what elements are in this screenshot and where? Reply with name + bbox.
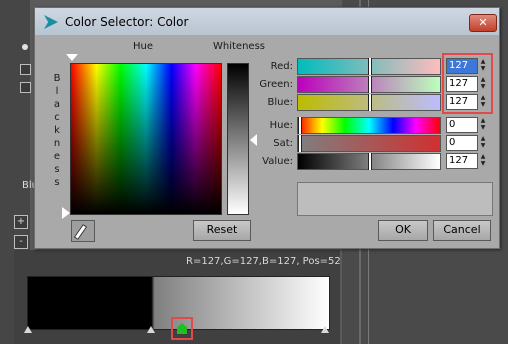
blackness-label: B l a c k n e s s: [52, 72, 62, 189]
expand-button[interactable]: +: [14, 215, 28, 229]
collapse-button[interactable]: -: [14, 235, 28, 249]
hue-blackness-picker[interactable]: [70, 63, 222, 215]
gradient-marker-start[interactable]: [24, 326, 32, 333]
red-label: Red:: [270, 61, 293, 72]
green-label: Green:: [259, 79, 293, 90]
hue-spinner[interactable]: ▲ ▼: [478, 117, 488, 132]
blackness-letter: n: [53, 138, 61, 149]
red-slider[interactable]: [297, 58, 441, 75]
blackness-letter: s: [54, 164, 60, 175]
cancel-button[interactable]: Cancel: [433, 220, 491, 241]
hue-pointer[interactable]: [66, 54, 78, 61]
color-selector-dialog: Color Selector: Color ✕ Hue Whiteness B …: [34, 7, 500, 249]
checkbox-1[interactable]: [20, 64, 31, 75]
rgb-highlight: [442, 53, 493, 114]
value-label: Value:: [262, 156, 293, 167]
value-spinner[interactable]: ▲ ▼: [478, 153, 488, 168]
eyedropper-icon: [73, 224, 88, 240]
sat-input[interactable]: 0: [446, 135, 478, 151]
value-slider[interactable]: [297, 153, 441, 170]
blackness-pointer[interactable]: [62, 207, 70, 219]
eyedropper-button[interactable]: [71, 220, 95, 242]
blackness-letter: B: [53, 73, 61, 84]
blackness-letter: c: [54, 112, 60, 123]
hue-slider[interactable]: [297, 117, 441, 134]
title-bar[interactable]: Color Selector: Color ✕: [35, 8, 499, 35]
red-slider-thumb[interactable]: [368, 58, 372, 75]
sat-spinner[interactable]: ▲ ▼: [478, 135, 488, 150]
blue-slider-thumb[interactable]: [368, 94, 372, 111]
gradient-marker-end[interactable]: [321, 326, 329, 333]
whiteness-label: Whiteness: [213, 41, 265, 52]
hue-label: Hue: [133, 41, 154, 52]
hue-input[interactable]: 0: [446, 117, 478, 133]
color-preview-swatch: [297, 182, 493, 216]
hue-slider-thumb[interactable]: [298, 117, 302, 134]
blackness-letter: a: [53, 99, 61, 110]
blackness-letter: k: [54, 125, 60, 136]
sat-slider[interactable]: [297, 135, 441, 152]
reset-button[interactable]: Reset: [193, 220, 251, 241]
value-input[interactable]: 127: [446, 153, 478, 169]
checkbox-2[interactable]: [20, 82, 31, 93]
green-slider[interactable]: [297, 76, 441, 93]
hue-value-label: Hue:: [269, 120, 293, 131]
close-icon[interactable]: ✕: [469, 14, 497, 32]
blackness-letter: e: [53, 151, 61, 162]
blue-label: Blue:: [267, 97, 294, 108]
value-slider-thumb[interactable]: [368, 153, 372, 170]
blackness-letter: s: [54, 177, 60, 188]
green-slider-thumb[interactable]: [368, 76, 372, 93]
marker-highlight: [171, 317, 193, 340]
app-icon: [44, 15, 58, 29]
blue-slider[interactable]: [297, 94, 441, 111]
dialog-title: Color Selector: Color: [65, 15, 189, 29]
ok-button[interactable]: OK: [378, 220, 428, 241]
radio-button[interactable]: [22, 44, 28, 50]
sat-label: Sat:: [273, 138, 293, 149]
blackness-letter: l: [55, 86, 59, 97]
gradient-marker-mid[interactable]: [147, 326, 155, 333]
gradient-readout: R=127,G=127,B=127, Pos=52: [186, 256, 341, 267]
sat-slider-thumb[interactable]: [298, 135, 302, 152]
